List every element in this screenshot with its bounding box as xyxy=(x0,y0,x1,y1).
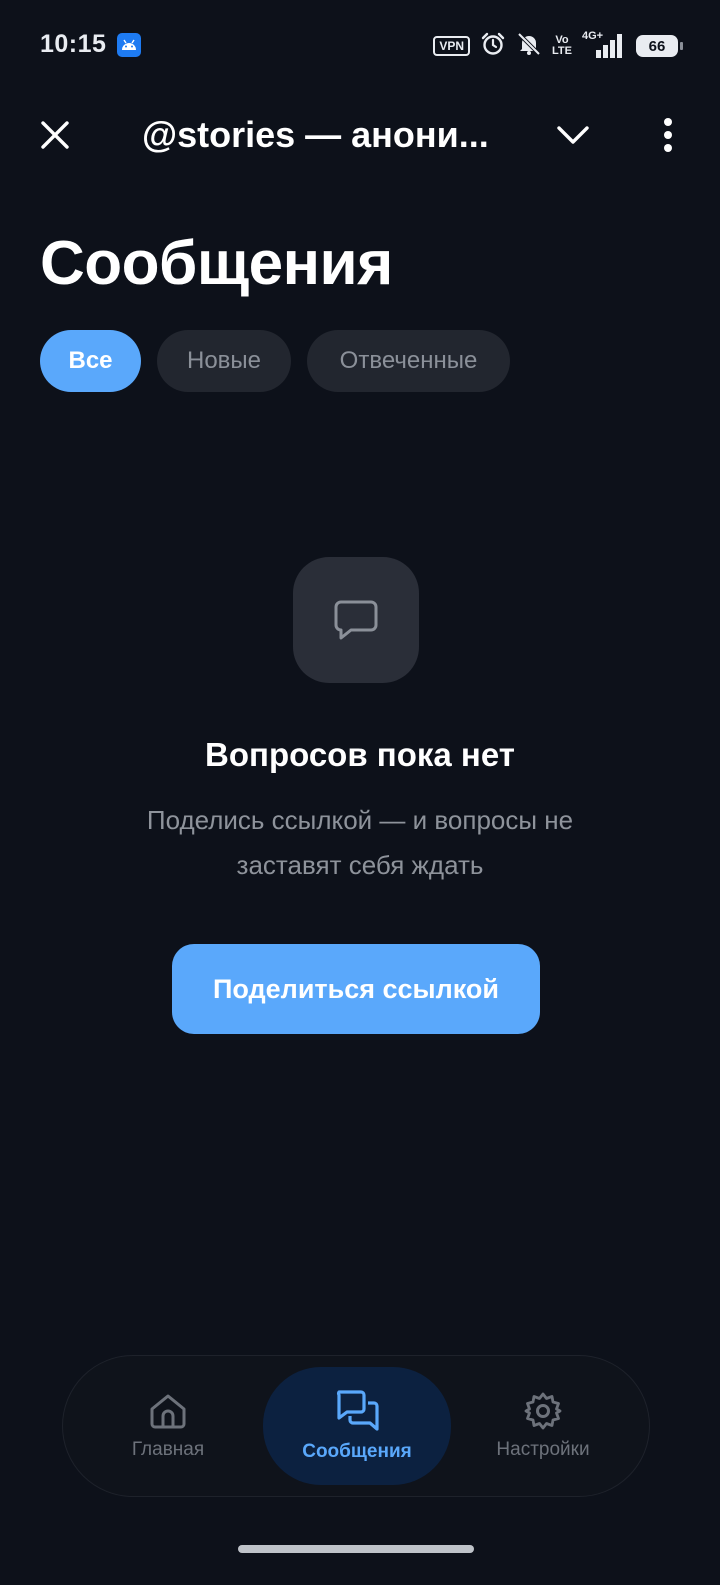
nav-settings-label: Настройки xyxy=(496,1439,590,1460)
collapse-button[interactable] xyxy=(550,112,596,158)
vpn-icon: VPN xyxy=(433,36,471,56)
more-vertical-icon xyxy=(664,118,672,152)
alarm-icon xyxy=(480,31,506,62)
more-button[interactable] xyxy=(648,112,688,158)
bell-off-icon xyxy=(516,31,542,62)
chat-bubbles-icon xyxy=(337,1390,379,1431)
empty-state-title: Вопросов пока нет xyxy=(205,736,515,773)
bot-title: @stories — анони... xyxy=(142,114,489,155)
nav-home-label: Главная xyxy=(131,1439,205,1460)
message-icon xyxy=(334,600,378,640)
empty-state-icon-box xyxy=(293,557,419,683)
chevron-down-icon xyxy=(557,126,589,144)
home-indicator[interactable] xyxy=(238,1545,474,1553)
signal-icon: 4G+ xyxy=(582,30,626,60)
status-bar: 10:15 VPN Vo LTE 4G+ 66 xyxy=(0,0,720,92)
filter-answered-chip[interactable]: Отвеченные xyxy=(307,330,510,392)
nav-home[interactable]: Главная xyxy=(93,1367,243,1485)
volte-icon: Vo LTE xyxy=(552,34,572,57)
filter-chips: Все Новые Отвеченные xyxy=(40,330,510,392)
nav-settings[interactable]: Настройки xyxy=(468,1367,618,1485)
filter-new-chip[interactable]: Новые xyxy=(157,330,291,392)
home-icon xyxy=(150,1394,186,1429)
android-app-icon xyxy=(117,33,141,57)
nav-messages[interactable]: Сообщения xyxy=(263,1367,451,1485)
filter-all-chip[interactable]: Все xyxy=(40,330,141,392)
close-button[interactable] xyxy=(32,112,78,158)
bottom-navigation: Главная Сообщения Настройки xyxy=(62,1355,650,1497)
nav-messages-label: Сообщения xyxy=(302,1441,412,1462)
page-title: Сообщения xyxy=(40,229,393,298)
status-icons: VPN Vo LTE 4G+ 66 xyxy=(433,30,683,62)
share-link-button[interactable]: Поделиться ссылкой xyxy=(172,944,540,1034)
status-time: 10:15 xyxy=(40,30,107,58)
gear-icon xyxy=(524,1392,562,1430)
top-bar: @stories — анони... xyxy=(0,100,720,170)
empty-state-subtitle: Поделись ссылкой — и вопросы не заставят… xyxy=(146,805,574,880)
close-icon xyxy=(41,121,69,149)
battery-icon: 66 xyxy=(636,35,683,57)
